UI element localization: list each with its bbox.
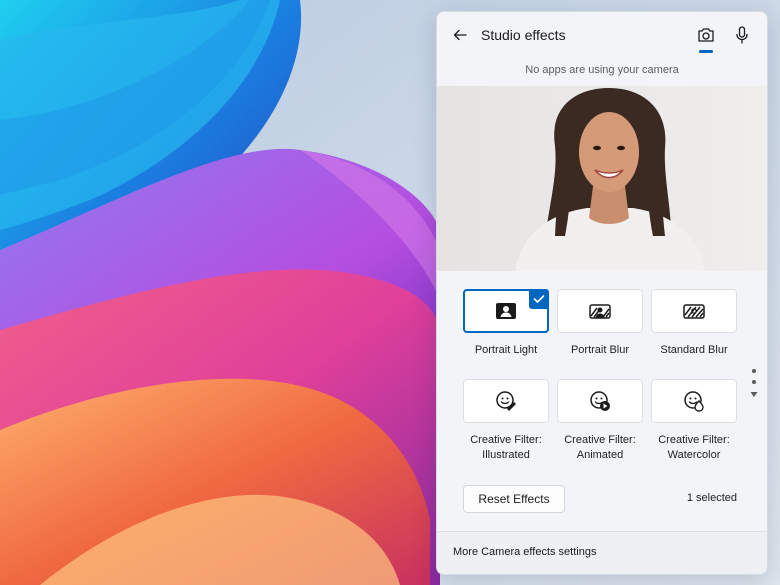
effect-tile-creative-watercolor[interactable] (651, 379, 737, 423)
active-tab-indicator (699, 50, 713, 53)
tab-microphone[interactable] (729, 22, 755, 48)
effect-label-creative-animated: Creative Filter: Animated (550, 433, 650, 463)
effect-label-portrait-light: Portrait Light (474, 344, 538, 356)
arrow-left-icon (453, 29, 467, 41)
illustrated-filter-icon (496, 391, 516, 411)
camera-status-text: No apps are using your camera (525, 64, 679, 76)
portrait-light-icon (496, 303, 516, 319)
tab-camera[interactable] (693, 22, 719, 48)
back-button[interactable] (449, 24, 471, 46)
more-camera-settings-link[interactable]: More Camera effects settings (453, 546, 596, 558)
effect-label-line2: Illustrated (482, 449, 530, 461)
person-preview-image (437, 86, 767, 271)
selected-count-text: 1 selected (686, 492, 737, 504)
effect-label-line1: Creative Filter: (658, 434, 730, 446)
reset-effects-button[interactable]: Reset Effects (463, 485, 565, 513)
effect-label-standard-blur: Standard Blur (660, 344, 728, 356)
checkmark-icon (533, 295, 545, 303)
selected-check-badge (529, 289, 549, 309)
effect-tile-creative-animated[interactable] (557, 379, 643, 423)
effect-label-line1: Creative Filter: (470, 434, 542, 446)
effect-tile-portrait-light[interactable] (463, 289, 549, 333)
panel-footer: More Camera effects settings (437, 531, 767, 574)
effect-tile-creative-illustrated[interactable] (463, 379, 549, 423)
panel-title: Studio effects (481, 27, 566, 43)
effect-label-line2: Animated (576, 449, 624, 461)
camera-icon (698, 28, 714, 42)
studio-effects-panel: Studio effects No apps are using your ca… (436, 11, 768, 575)
effects-grid: Portrait Light Portrait Blur Standard Bl… (437, 271, 767, 531)
camera-preview (437, 86, 767, 271)
effect-label-portrait-blur: Portrait Blur (570, 344, 630, 356)
effect-label-line1: Creative Filter: (564, 434, 636, 446)
panel-header: Studio effects (437, 12, 767, 58)
scroll-dots-icon (750, 369, 758, 397)
microphone-icon (736, 26, 748, 44)
portrait-blur-icon (589, 304, 611, 319)
watercolor-filter-icon (684, 391, 704, 412)
effect-tile-standard-blur[interactable] (651, 289, 737, 333)
animated-filter-icon (590, 391, 610, 411)
effect-label-line2: Watercolor (667, 449, 721, 461)
effect-tile-portrait-blur[interactable] (557, 289, 643, 333)
standard-blur-icon (683, 304, 705, 319)
effects-scroll-indicator[interactable] (749, 367, 759, 403)
effect-label-creative-illustrated: Creative Filter: Illustrated (456, 433, 556, 463)
effect-label-creative-watercolor: Creative Filter: Watercolor (644, 433, 744, 463)
